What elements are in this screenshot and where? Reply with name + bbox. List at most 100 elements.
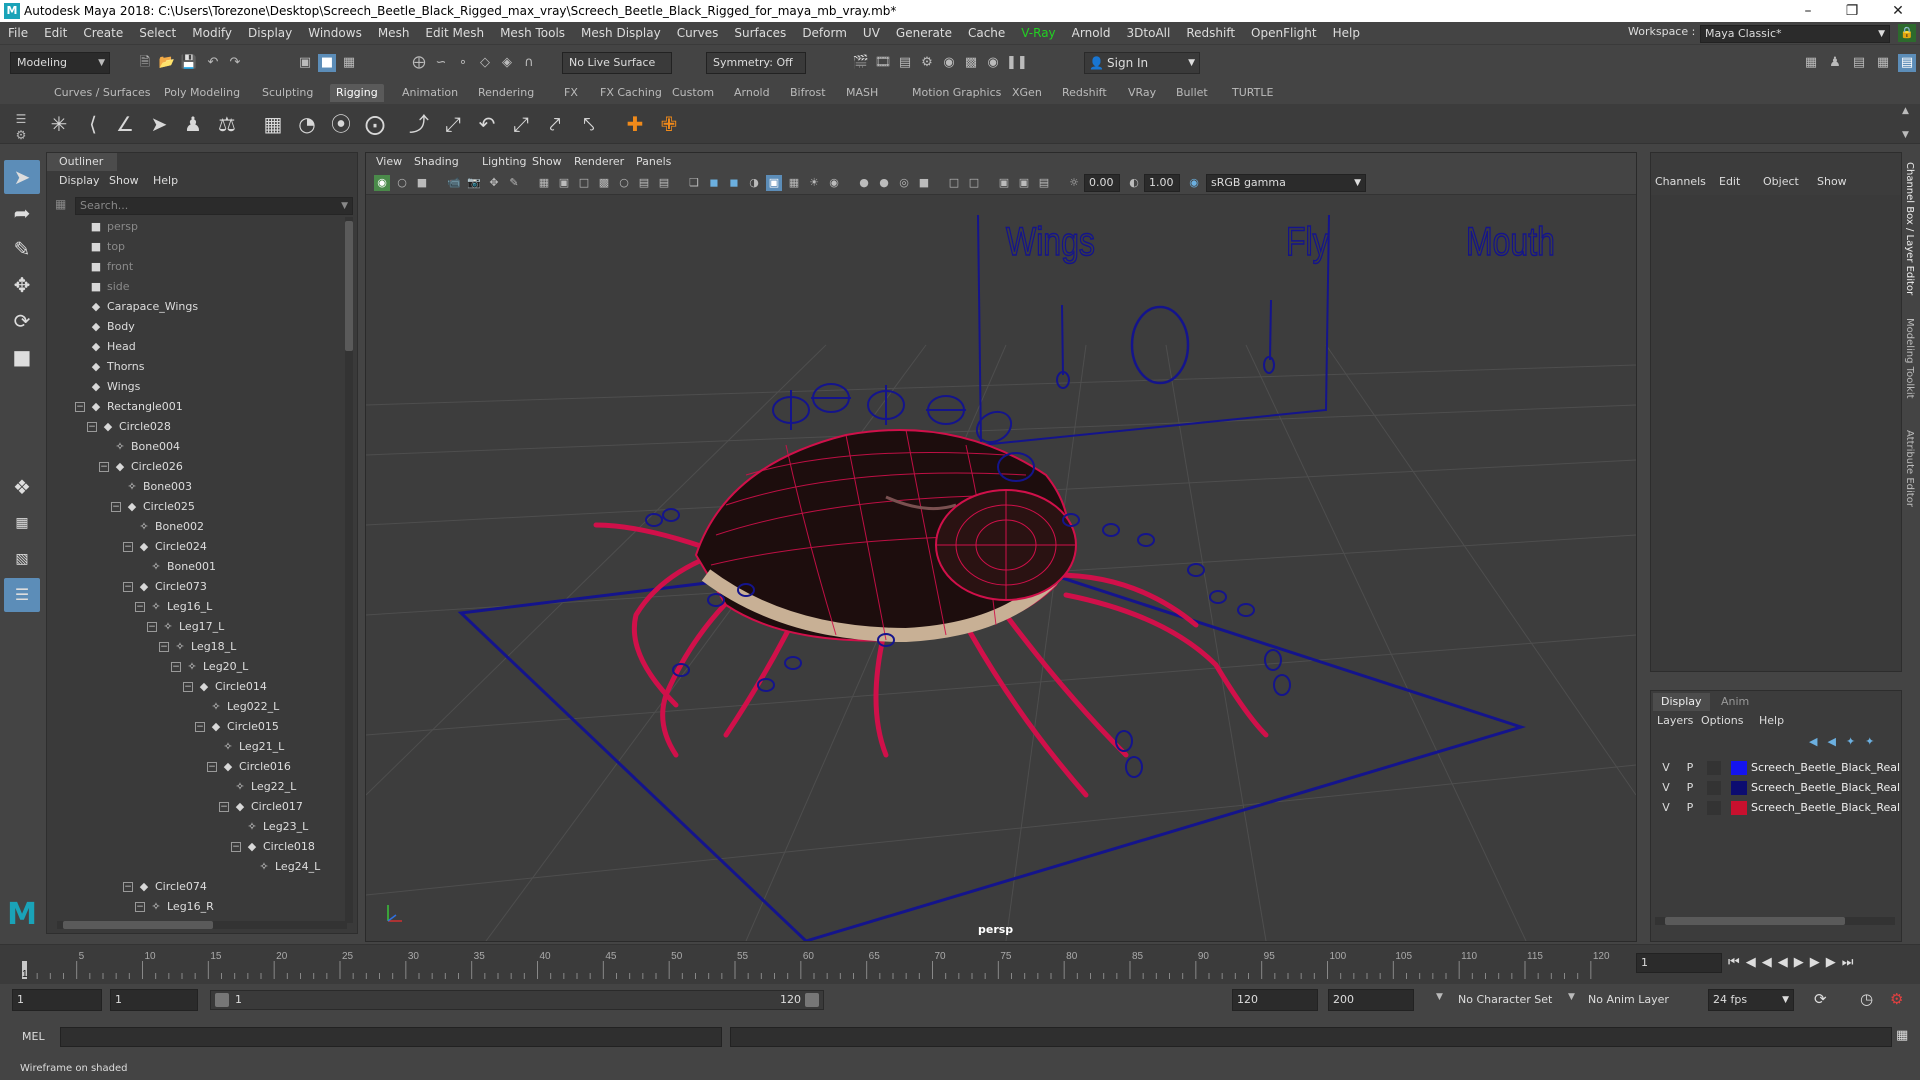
outliner-item[interactable]: − ◆ Circle015 xyxy=(195,717,279,737)
collapse-icon[interactable]: − xyxy=(195,722,205,732)
menu-help[interactable]: Help xyxy=(1325,22,1368,44)
sign-in-button[interactable]: 👤 Sign In ▼ xyxy=(1084,52,1200,74)
loop-icon[interactable]: ⟳ xyxy=(1814,990,1827,1008)
shelf-tab-arnold[interactable]: Arnold xyxy=(728,84,776,102)
tab-anim[interactable]: Anim xyxy=(1713,693,1757,711)
visibility-toggle[interactable]: V xyxy=(1659,779,1673,797)
four-view-layout-icon[interactable]: ▦ xyxy=(4,506,40,540)
collapse-icon[interactable]: − xyxy=(231,842,241,852)
shelf-tab-turtle[interactable]: TURTLE xyxy=(1226,84,1279,102)
menu-edit-mesh[interactable]: Edit Mesh xyxy=(417,22,492,44)
playback-toggle[interactable]: P xyxy=(1683,779,1697,797)
2d-pan-icon[interactable]: ✥ xyxy=(486,175,502,191)
filter-icon[interactable]: ▦ xyxy=(55,197,71,215)
script-editor-icon[interactable]: ▦ xyxy=(1896,1028,1908,1043)
shadows-icon[interactable]: ☀ xyxy=(806,175,822,191)
outliner-item[interactable]: − ◆ Circle016 xyxy=(207,757,291,777)
shelf-tab-fx-caching[interactable]: FX Caching xyxy=(594,84,668,102)
end-time-field[interactable]: 200 xyxy=(1328,989,1414,1011)
render-settings-icon[interactable]: ⚙ xyxy=(918,54,936,72)
menu-select[interactable]: Select xyxy=(131,22,184,44)
menu-create[interactable]: Create xyxy=(75,22,131,44)
safe-action-icon[interactable]: ▤ xyxy=(636,175,652,191)
lock-icon[interactable]: 🔒 xyxy=(1898,24,1916,42)
command-language-label[interactable]: MEL xyxy=(22,1030,45,1043)
move-layer-down-icon[interactable]: ◀ xyxy=(1827,735,1845,748)
minimize-icon[interactable]: – xyxy=(1786,0,1830,22)
film-gate-icon[interactable]: ▣ xyxy=(556,175,572,191)
layer-color-swatch[interactable] xyxy=(1731,761,1747,775)
snap-grid-icon[interactable]: ⨁ xyxy=(410,54,428,72)
outliner-item[interactable]: − ✧ Leg17_L xyxy=(147,617,224,637)
outliner-item[interactable]: − ◆ Circle025 xyxy=(111,497,195,517)
anti-aliasing-icon[interactable]: ● xyxy=(876,175,892,191)
render-sequence-icon[interactable]: 🎞 xyxy=(874,54,892,72)
xray-joints-icon[interactable]: ▣ xyxy=(996,175,1012,191)
shelf-tab-mash[interactable]: MASH xyxy=(840,84,884,102)
outliner-search-input[interactable]: Search... ▼ xyxy=(75,197,353,215)
outliner-item[interactable]: − ◆ Circle073 xyxy=(123,577,207,597)
outliner-item[interactable]: ◆ Wings xyxy=(75,377,141,397)
layer-row[interactable]: VP Screech_Beetle_Black_Realistic xyxy=(1653,799,1901,817)
viewport-menu-lighting[interactable]: Lighting xyxy=(482,153,526,171)
image-plane-icon[interactable]: 📹 xyxy=(446,175,462,191)
chevron-down-icon[interactable]: ▼ xyxy=(1568,992,1575,1002)
menu-edit[interactable]: Edit xyxy=(36,22,75,44)
shelf-settings-icon[interactable]: ⚙ xyxy=(8,122,34,148)
gamma-field[interactable]: 1.00 xyxy=(1144,174,1180,192)
command-input[interactable] xyxy=(60,1027,722,1047)
menu-mesh[interactable]: Mesh xyxy=(370,22,418,44)
aim-constraint-icon[interactable]: ⤢ xyxy=(440,111,466,137)
outliner-item[interactable]: ✧ Leg022_L xyxy=(195,697,279,717)
shelf-tab-rigging[interactable]: Rigging xyxy=(330,84,384,102)
grid-icon[interactable]: ▦ xyxy=(536,175,552,191)
display-type-toggle[interactable] xyxy=(1707,761,1721,775)
outliner-item[interactable]: ■ persp xyxy=(75,217,138,237)
fps-select[interactable]: 24 fps ▼ xyxy=(1708,989,1794,1011)
redo-icon[interactable]: ↷ xyxy=(226,54,244,72)
field-chart-icon[interactable]: ○ xyxy=(616,175,632,191)
select-object-icon[interactable]: ■ xyxy=(318,54,336,72)
outliner-item[interactable]: ✧ Bone004 xyxy=(99,437,180,457)
outliner-layout-icon[interactable]: ☰ xyxy=(4,578,40,612)
display-type-toggle[interactable] xyxy=(1707,801,1721,815)
outliner-item[interactable]: ✧ Bone002 xyxy=(123,517,204,537)
outliner-item[interactable]: ◆ Body xyxy=(75,317,135,337)
menu-mesh-tools[interactable]: Mesh Tools xyxy=(492,22,573,44)
collapse-icon[interactable]: − xyxy=(87,422,97,432)
menu-openflight[interactable]: OpenFlight xyxy=(1243,22,1325,44)
current-frame-field[interactable]: 1 xyxy=(1636,953,1722,973)
collapse-icon[interactable]: − xyxy=(207,762,217,772)
hypershade-icon[interactable]: ◉ xyxy=(940,54,958,72)
step-back-icon[interactable]: ◀ xyxy=(1746,955,1762,970)
playback-start-field[interactable]: 1 xyxy=(110,989,198,1011)
outliner-item[interactable]: ◆ Head xyxy=(75,337,136,357)
time-slider[interactable]: 5 10 15 20 25 30 35 40 45 50 55 60 65 70 75 80 85 90 95 100… xyxy=(0,944,1920,984)
menu-modify[interactable]: Modify xyxy=(184,22,240,44)
collapse-icon[interactable]: − xyxy=(99,462,109,472)
outliner-item[interactable]: − ✧ Leg16_R xyxy=(135,897,214,917)
outliner-item[interactable]: − ◆ Circle014 xyxy=(183,677,267,697)
shelf-tab-curves-surfaces[interactable]: Curves / Surfaces xyxy=(48,84,157,102)
rotate-tool-icon[interactable]: ⟳ xyxy=(4,304,40,338)
new-layer-icon[interactable]: ✦ xyxy=(1846,735,1865,748)
playback-toggle[interactable]: P xyxy=(1683,799,1697,817)
outliner-menu-help[interactable]: Help xyxy=(153,173,178,189)
collapse-icon[interactable]: − xyxy=(123,542,133,552)
animation-preferences-icon[interactable]: ⚙ xyxy=(1890,990,1903,1008)
shelf-tab-motion-graphics[interactable]: Motion Graphics xyxy=(906,84,1007,102)
outliner-item[interactable]: ✧ Leg23_L xyxy=(231,817,308,837)
go-to-end-icon[interactable]: ⏭ xyxy=(1842,955,1860,970)
create-joints-icon[interactable]: ✳ xyxy=(46,111,72,137)
side-tab-modeling-toolkit[interactable]: Modeling Toolkit xyxy=(1904,318,1915,399)
close-icon[interactable]: ✕ xyxy=(1876,0,1920,22)
symmetry-field[interactable]: Symmetry: Off xyxy=(706,52,806,74)
material-icon[interactable]: ◉ xyxy=(984,54,1002,72)
attribute-editor-icon[interactable]: ▤ xyxy=(1850,54,1868,72)
shelf-tab-poly-modeling[interactable]: Poly Modeling xyxy=(158,84,246,102)
control-panel[interactable]: Wings Fly Mouth xyxy=(977,214,1556,447)
ik-handle-icon[interactable]: ⟨ xyxy=(80,111,106,137)
layer-color-swatch[interactable] xyxy=(1731,781,1747,795)
tab-display[interactable]: Display xyxy=(1653,693,1710,711)
layer-color-swatch[interactable] xyxy=(1731,801,1747,815)
